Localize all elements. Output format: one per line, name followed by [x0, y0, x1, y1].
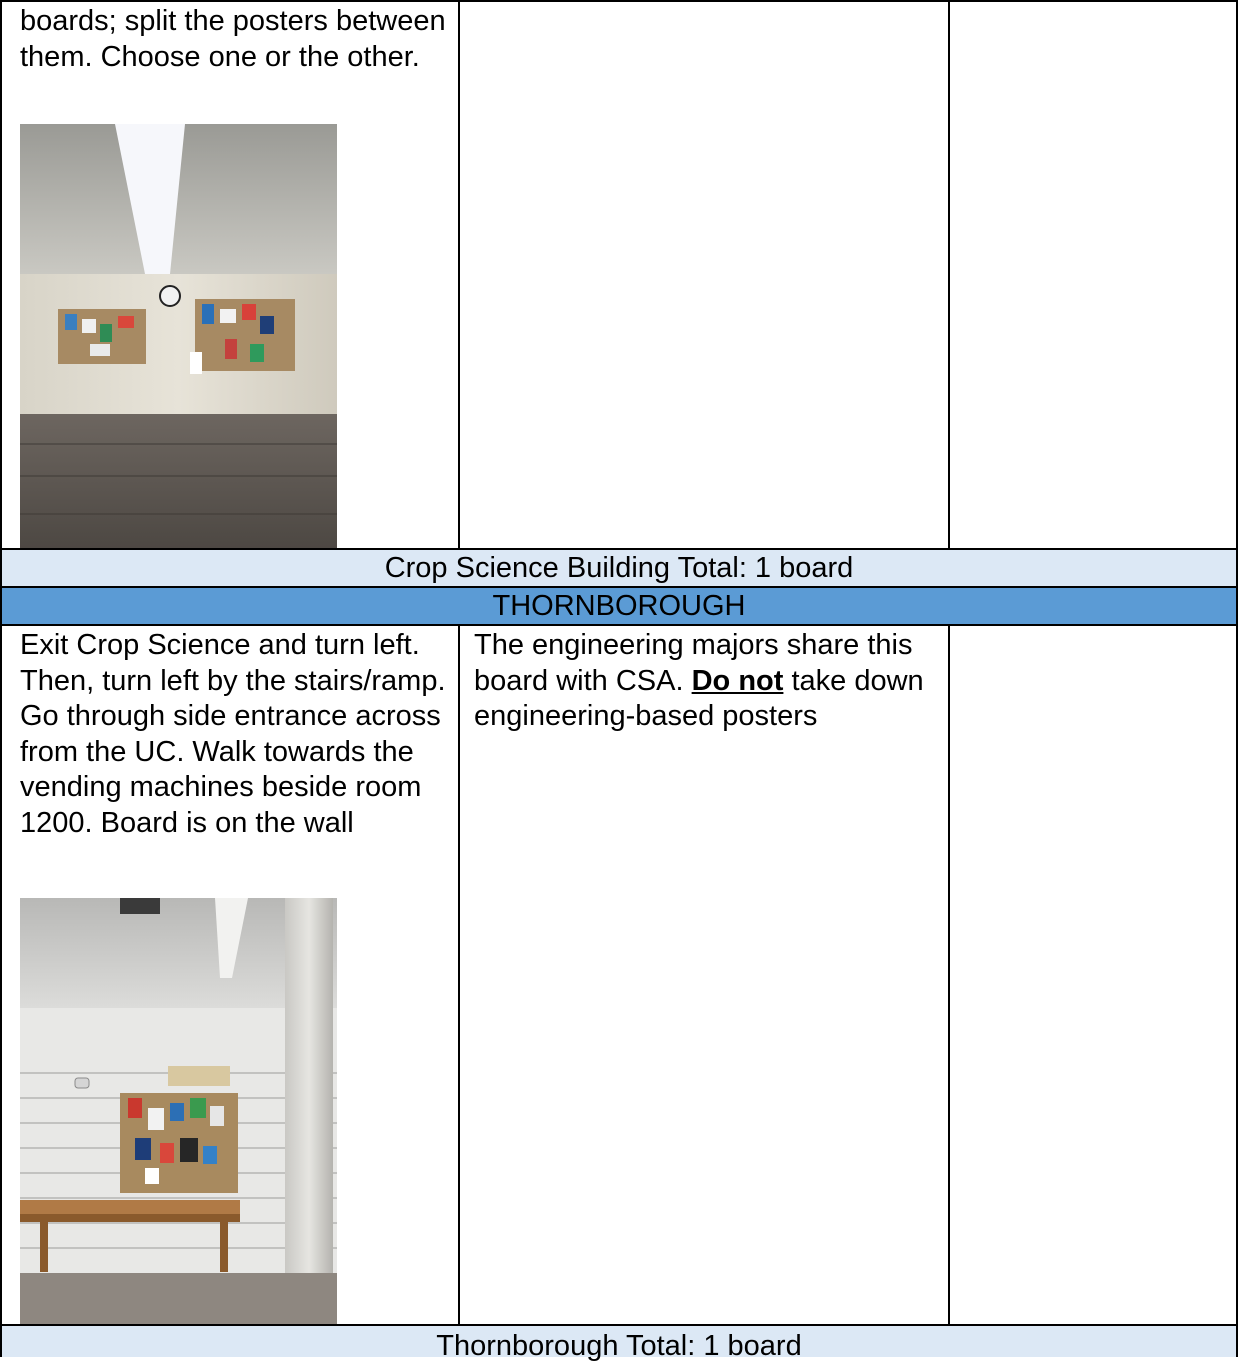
section-header: THORNBOROUGH: [492, 590, 746, 622]
thornborough-bulletin-board-photo: [20, 898, 337, 1324]
document-page: boards; split the posters between them. …: [0, 0, 1238, 1362]
crop-science-total: Crop Science Building Total: 1 board: [384, 552, 854, 584]
extra-cell: [948, 2, 1238, 548]
extra-cell: [948, 626, 1238, 1324]
photo-image: [20, 898, 337, 1324]
section-header-banner: THORNBOROUGH: [0, 586, 1238, 624]
directions-text: Exit Crop Science and turn left. Then, t…: [20, 629, 446, 839]
notes-cell: [458, 2, 948, 548]
notes-emphasis: Do not: [691, 664, 784, 697]
hallway-bulletin-boards-photo: [20, 124, 337, 548]
notes-text: The engineering majors share this board …: [460, 626, 948, 735]
photo-image: [20, 124, 337, 548]
thornborough-total-banner: Thornborough Total: 1 board: [0, 1324, 1238, 1362]
table-row: Exit Crop Science and turn left. Then, t…: [0, 624, 1238, 1324]
table-row: boards; split the posters between them. …: [0, 0, 1238, 548]
directions-cell: Exit Crop Science and turn left. Then, t…: [0, 626, 458, 1324]
crop-science-total-banner: Crop Science Building Total: 1 board: [0, 548, 1238, 586]
directions-cell: boards; split the posters between them. …: [0, 2, 458, 548]
notes-cell: The engineering majors share this board …: [458, 626, 948, 1324]
directions-text: boards; split the posters between them. …: [20, 5, 446, 73]
thornborough-total: Thornborough Total: 1 board: [436, 1330, 802, 1362]
